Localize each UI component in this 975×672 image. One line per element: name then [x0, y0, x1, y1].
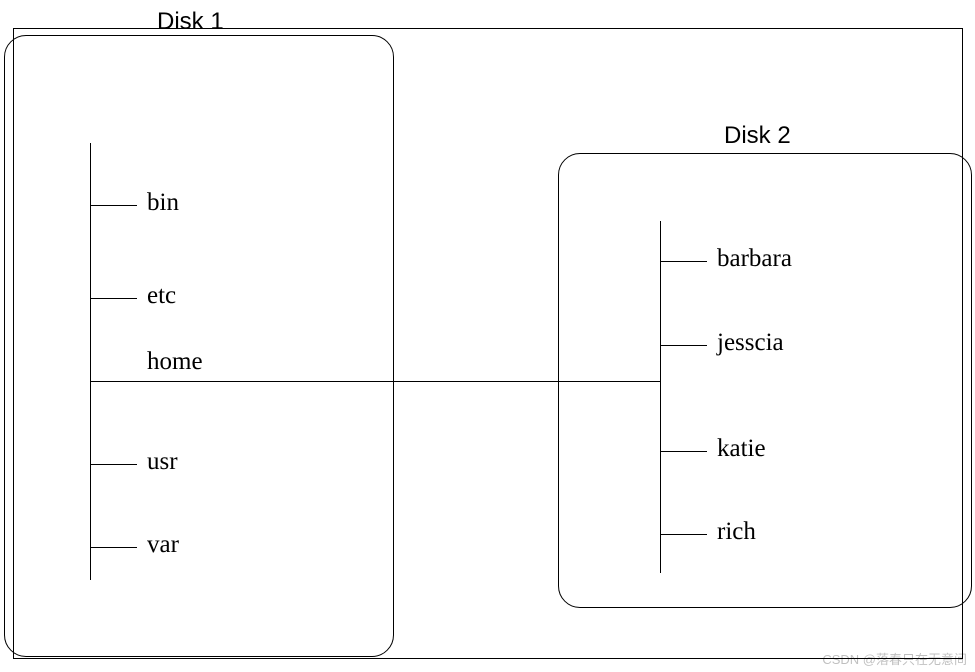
item-etc: etc	[147, 282, 176, 310]
branch-katie	[660, 451, 707, 452]
disk1-box	[4, 35, 394, 657]
branch-bin	[90, 205, 137, 206]
disk1-title: Disk 1	[157, 8, 224, 36]
item-katie: katie	[717, 435, 766, 463]
disk2-title: Disk 2	[724, 122, 791, 150]
disk2-tree-stem	[660, 221, 661, 573]
item-jesscia: jesscia	[717, 329, 784, 357]
watermark: CSDN @落春只在无意间	[822, 649, 967, 668]
branch-var	[90, 547, 137, 548]
branch-usr	[90, 464, 137, 465]
branch-rich	[660, 534, 707, 535]
item-bin: bin	[147, 189, 179, 217]
item-rich: rich	[717, 518, 756, 546]
item-var: var	[147, 531, 179, 559]
branch-etc	[90, 298, 137, 299]
connector-home-to-disk2	[90, 381, 660, 382]
item-usr: usr	[147, 448, 178, 476]
item-barbara: barbara	[717, 245, 792, 273]
branch-barbara	[660, 261, 707, 262]
disk1-tree-stem	[90, 143, 91, 580]
item-home: home	[147, 348, 203, 376]
branch-jesscia	[660, 345, 707, 346]
